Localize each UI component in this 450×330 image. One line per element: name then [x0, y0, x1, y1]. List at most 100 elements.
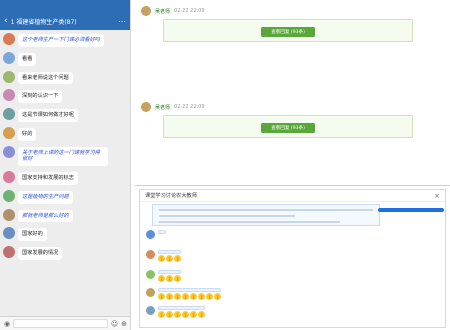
- message-bubble[interactable]: 这是节课如何做才好呢: [18, 109, 78, 122]
- plus-icon[interactable]: ⊕: [121, 320, 127, 328]
- chat-message: 国家发展的情况: [3, 246, 127, 260]
- screenshot-root: ‹ 1 福建省植物生产类(87) ⋯ 这个老师生产一下门课必须看好吗 看看看来老师…: [0, 0, 450, 330]
- live-class-panel: 课堂学习讨论农大教师 × 👍 👍 👍 👍 👍 👍 👍 👍 👍 👍 👍 👍 👍 👍 👍 👍 👍 👍 👍 👍: [139, 189, 446, 328]
- reply-box: 查看回复 (93条): [163, 19, 413, 42]
- chat-message: 关于老师上课的这一门课我学习得很好: [3, 145, 127, 166]
- chat-message: 这是植物的生产问题: [3, 189, 127, 204]
- message-bubble[interactable]: 看看: [18, 52, 37, 66]
- message-body: 国家好的: [18, 227, 47, 241]
- thumbs-up-icon: 👍: [214, 293, 221, 300]
- view-replies-button[interactable]: 查看回复 (93条): [261, 27, 315, 37]
- thumbs-up-icon: 👍: [166, 255, 173, 262]
- live-message: 👍 👍 👍: [146, 270, 181, 282]
- avatar[interactable]: [3, 70, 15, 83]
- live-bubble[interactable]: [158, 230, 166, 234]
- view-replies-button[interactable]: 查看回复 (93条): [261, 123, 315, 133]
- screen-line: [159, 221, 340, 223]
- post-author[interactable]: 吴老师: [155, 8, 170, 15]
- message-bubble[interactable]: 国家好的: [18, 228, 47, 241]
- avatar[interactable]: [3, 89, 15, 102]
- live-bubble[interactable]: [158, 306, 205, 310]
- avatar[interactable]: [3, 246, 15, 258]
- chat-message: 深刻的认识一下: [3, 89, 127, 103]
- reply-box: 查看回复 (93条): [163, 115, 413, 138]
- avatar[interactable]: [146, 306, 155, 315]
- chat-message: 这个老师生产一下门课必须看好吗: [3, 33, 127, 47]
- message-body: 这是节课如何做才好呢: [18, 108, 78, 122]
- chat-message: 看看: [3, 51, 127, 66]
- thumbs-up-icon: 👍: [198, 311, 205, 318]
- message-bubble[interactable]: 这个老师生产一下门课必须看好吗: [18, 34, 104, 47]
- live-bubble[interactable]: [158, 288, 221, 292]
- avatar[interactable]: [141, 6, 151, 16]
- avatar[interactable]: [141, 102, 151, 112]
- live-message: 👍 👍 👍 👍 👍 👍 👍 👍: [146, 288, 221, 300]
- chat-message: 看来老师说这个问题: [3, 70, 127, 85]
- live-bubble[interactable]: [158, 250, 181, 254]
- forum-panel: 吴老师 02-22 22:09 查看回复 (93条) 吴老师 02-22 22:09 查看…: [135, 0, 450, 186]
- thumbs-up-icon: 👍: [182, 293, 189, 300]
- message-bubble[interactable]: 国家支持和发展的标志: [18, 172, 78, 185]
- back-arrow-icon[interactable]: ‹: [4, 16, 8, 26]
- message-body: 深刻的认识一下: [18, 89, 63, 103]
- screen-line: [159, 215, 295, 217]
- message-body: 这是植物的生产问题: [18, 190, 73, 204]
- thumbs-up-icon: 👍: [174, 311, 181, 318]
- phone-chat-panel: ‹ 1 福建省植物生产类(87) ⋯ 这个老师生产一下门课必须看好吗 看看看来老师…: [0, 0, 131, 330]
- emoji-icon[interactable]: ☺: [111, 320, 118, 328]
- thumbs-up-icon: 👍: [190, 293, 197, 300]
- live-message: [146, 230, 166, 239]
- live-message-body: 👍 👍 👍 👍 👍 👍 👍 👍: [158, 288, 221, 300]
- close-icon[interactable]: ×: [434, 192, 440, 200]
- live-message-body: 👍 👍 👍 👍 👍 👍: [158, 306, 205, 318]
- message-bubble[interactable]: 国家发展的情况: [18, 247, 63, 260]
- forum-post: 吴老师 02-22 22:09 查看回复 (93条): [135, 2, 450, 46]
- chat-header: ‹ 1 福建省植物生产类(87) ⋯: [0, 12, 130, 30]
- avatar[interactable]: [146, 230, 155, 239]
- live-message: 👍 👍 👍 👍 👍 👍: [146, 306, 205, 318]
- chat-input-bar: ◉ ☺ ⊕: [0, 316, 130, 330]
- message-input[interactable]: [13, 319, 108, 328]
- message-bubble[interactable]: 关于老师上课的这一门课我学习得很好: [18, 146, 108, 166]
- forum-post: 吴老师 02-22 22:09 查看回复 (93条): [135, 98, 450, 142]
- message-bubble[interactable]: 好的: [18, 127, 37, 141]
- live-bubble[interactable]: [158, 270, 181, 274]
- message-body: 好的: [18, 127, 37, 141]
- avatar[interactable]: [3, 227, 15, 240]
- message-body: 看来老师说这个问题: [18, 71, 73, 85]
- avatar[interactable]: [146, 288, 155, 297]
- post-time: 02-22 22:09: [174, 104, 205, 110]
- message-bubble[interactable]: 深刻的认识一下: [18, 90, 63, 103]
- post-author[interactable]: 吴老师: [155, 104, 170, 111]
- chat-message: 这是节课如何做才好呢: [3, 108, 127, 122]
- chat-message: 那就老师是那么好的: [3, 208, 127, 223]
- avatar[interactable]: [3, 189, 15, 202]
- chat-title: 1 福建省植物生产类(87): [10, 18, 77, 26]
- thumbs-row: 👍 👍 👍 👍 👍 👍 👍 👍: [158, 293, 221, 300]
- message-body: 看看: [18, 52, 37, 66]
- message-bubble[interactable]: 那就老师是那么好的: [18, 209, 73, 223]
- avatar[interactable]: [3, 108, 15, 120]
- message-bubble[interactable]: 看来老师说这个问题: [18, 71, 73, 85]
- message-bubble[interactable]: 这是植物的生产问题: [18, 190, 73, 204]
- avatar[interactable]: [3, 145, 15, 158]
- avatar[interactable]: [3, 51, 15, 64]
- avatar[interactable]: [3, 171, 15, 183]
- screen-line: [159, 209, 373, 211]
- chat-message: 好的: [3, 126, 127, 141]
- live-message-body: [158, 230, 166, 234]
- thumbs-up-icon: 👍: [158, 311, 165, 318]
- avatar[interactable]: [146, 270, 155, 279]
- avatar[interactable]: [3, 208, 15, 221]
- live-message-body: 👍 👍 👍: [158, 270, 181, 282]
- thumbs-up-icon: 👍: [174, 293, 181, 300]
- avatar[interactable]: [146, 250, 155, 259]
- thumbs-row: 👍 👍 👍: [158, 255, 181, 262]
- thumbs-up-icon: 👍: [158, 255, 165, 262]
- more-icon[interactable]: ⋯: [118, 17, 126, 26]
- voice-icon[interactable]: ◉: [4, 320, 10, 328]
- avatar[interactable]: [3, 126, 15, 139]
- teacher-message: [378, 208, 444, 212]
- message-body: 这个老师生产一下门课必须看好吗: [18, 33, 104, 47]
- avatar[interactable]: [3, 33, 15, 45]
